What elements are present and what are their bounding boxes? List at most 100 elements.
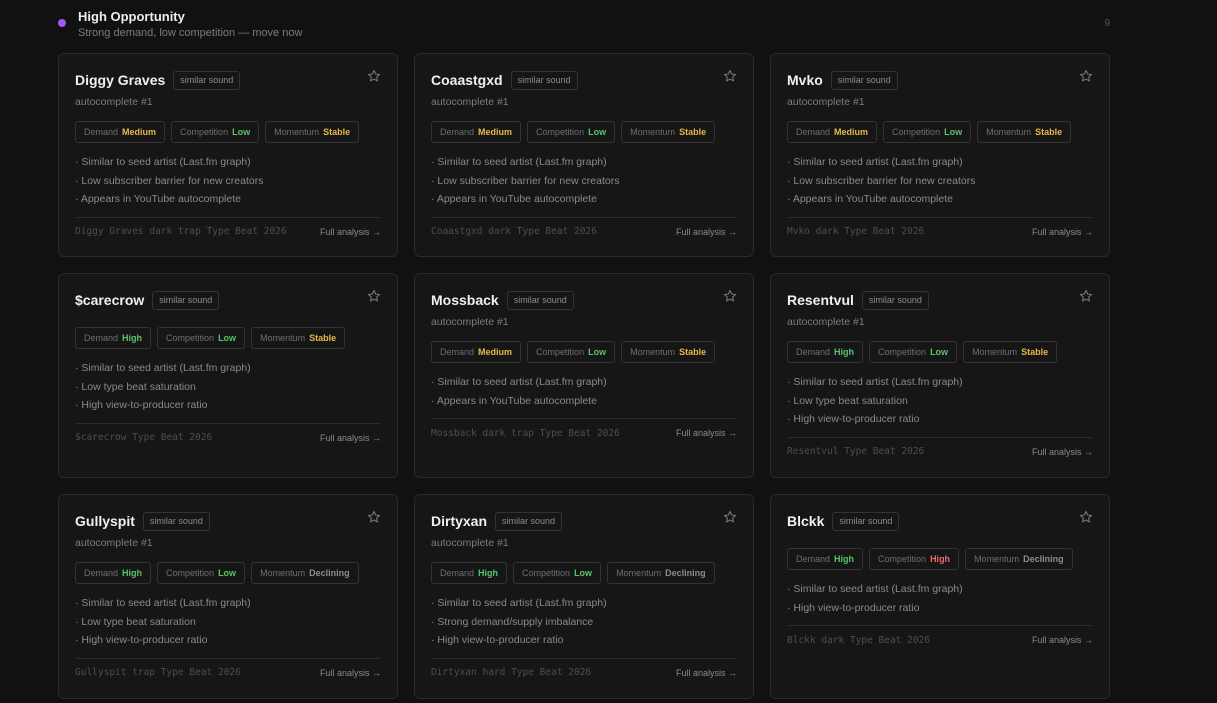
card-header: $carecrow similar sound [75, 290, 381, 310]
search-query: $carecrow Type Beat 2026 [75, 432, 213, 443]
star-icon[interactable] [1079, 510, 1093, 524]
star-icon[interactable] [367, 69, 381, 83]
artist-name: $carecrow [75, 292, 145, 308]
reason-item: · Similar to seed artist (Last.fm graph) [431, 597, 607, 609]
similar-sound-tag: similar sound [152, 290, 220, 310]
autocomplete-rank: autocomplete #1 [431, 537, 509, 549]
card-footer: Coaastgxd dark Type Beat 2026 Full analy… [431, 216, 737, 240]
full-analysis-link[interactable]: Full analysis → [676, 227, 737, 237]
reason-item: · High view-to-producer ratio [75, 399, 208, 411]
reason-list: · Similar to seed artist (Last.fm graph)… [431, 373, 737, 410]
reason-item: · Similar to seed artist (Last.fm graph) [431, 156, 607, 168]
autocomplete-rank: autocomplete #1 [787, 96, 865, 108]
autocomplete-rank: autocomplete #1 [431, 96, 509, 108]
metrics-row: Demand High Competition High Momentum Decli… [787, 548, 1093, 570]
artist-card: Resentvul similar sound autocomplete #1 … [770, 273, 1110, 478]
reason-item: · Similar to seed artist (Last.fm graph) [75, 597, 251, 609]
metrics-row: Demand Medium Competition Low Momentum Stab… [75, 121, 381, 143]
similar-sound-tag: similar sound [506, 290, 574, 310]
competition-metric: Competition Low [527, 121, 616, 143]
demand-metric: Demand High [431, 562, 508, 584]
card-footer: Blckk dark Type Beat 2026 Full analysis … [787, 625, 1093, 648]
artist-name: Mvko [787, 72, 823, 88]
momentum-metric: Momentum Declining [251, 562, 359, 584]
star-icon[interactable] [723, 69, 737, 83]
metrics-row: Demand Medium Competition Low Momentum Stab… [431, 341, 737, 363]
momentum-metric: Momentum Stable [251, 327, 346, 349]
momentum-metric: Momentum Declining [607, 562, 715, 584]
similar-sound-tag: similar sound [495, 511, 563, 531]
metrics-row: Demand High Competition Low Momentum Stable [787, 341, 1093, 363]
full-analysis-link[interactable]: Full analysis → [320, 668, 381, 678]
artist-card: Blckk similar sound Demand High Competiti… [770, 494, 1110, 699]
artist-name: Coaastgxd [431, 72, 503, 88]
star-icon[interactable] [1079, 69, 1093, 83]
search-query: Coaastgxd dark Type Beat 2026 [431, 226, 597, 237]
autocomplete-rank: autocomplete #1 [787, 316, 865, 328]
card-header: Blckk similar sound [787, 511, 1093, 531]
autocomplete-rank: autocomplete #1 [431, 316, 509, 328]
reason-list: · Similar to seed artist (Last.fm graph)… [75, 153, 381, 209]
reason-item: · Similar to seed artist (Last.fm graph) [75, 362, 251, 374]
reason-list: · Similar to seed artist (Last.fm graph)… [75, 359, 381, 415]
full-analysis-link[interactable]: Full analysis → [676, 428, 737, 438]
full-analysis-link[interactable]: Full analysis → [1032, 635, 1093, 645]
artist-card: $carecrow similar sound Demand High Compe… [58, 273, 398, 478]
full-analysis-link[interactable]: Full analysis → [1032, 227, 1093, 237]
demand-metric: Demand Medium [75, 121, 166, 143]
reason-item: · Low type beat saturation [787, 394, 908, 407]
search-query: Diggy Graves dark trap Type Beat 2026 [75, 226, 287, 237]
reason-item: · Similar to seed artist (Last.fm graph) [787, 583, 963, 595]
search-query: Gullyspit trap Type Beat 2026 [75, 667, 241, 678]
competition-metric: Competition Low [157, 327, 246, 349]
card-footer: Resentvul Type Beat 2026 Full analysis → [787, 436, 1093, 460]
card-header: Dirtyxan similar sound [431, 511, 737, 531]
artist-card: Diggy Graves similar sound autocomplete … [58, 53, 398, 257]
artist-name: Diggy Graves [75, 72, 166, 88]
full-analysis-link[interactable]: Full analysis → [320, 433, 381, 443]
metrics-row: Demand High Competition Low Momentum Declin… [431, 562, 737, 584]
momentum-metric: Momentum Stable [265, 121, 360, 143]
card-header: Diggy Graves similar sound [75, 70, 381, 90]
full-analysis-link[interactable]: Full analysis → [1032, 447, 1093, 457]
reason-item: · Appears in YouTube autocomplete [75, 193, 241, 205]
star-icon[interactable] [723, 289, 737, 303]
card-header: Mossback similar sound [431, 290, 737, 310]
reason-item: · Low type beat saturation [75, 615, 196, 628]
reason-list: · Similar to seed artist (Last.fm graph)… [787, 580, 1093, 617]
reason-list: · Similar to seed artist (Last.fm graph)… [787, 153, 1093, 209]
section-status-dot [58, 19, 66, 27]
star-icon[interactable] [367, 510, 381, 524]
momentum-metric: Momentum Stable [977, 121, 1072, 143]
demand-metric: Demand Medium [431, 341, 522, 363]
opportunity-grid: Diggy Graves similar sound autocomplete … [58, 53, 1110, 699]
reason-list: · Similar to seed artist (Last.fm graph)… [431, 153, 737, 209]
artist-name: Gullyspit [75, 513, 135, 529]
reason-item: · Similar to seed artist (Last.fm graph) [787, 376, 963, 388]
star-icon[interactable] [723, 510, 737, 524]
artist-card: Dirtyxan similar sound autocomplete #1 D… [414, 494, 754, 699]
similar-sound-tag: similar sound [510, 70, 578, 90]
search-query: Dirtyxan hard Type Beat 2026 [431, 667, 592, 678]
full-analysis-link[interactable]: Full analysis → [676, 668, 737, 678]
reason-item: · Similar to seed artist (Last.fm graph) [431, 376, 607, 388]
full-analysis-link[interactable]: Full analysis → [320, 227, 381, 237]
demand-metric: Demand High [75, 327, 152, 349]
reason-list: · Similar to seed artist (Last.fm graph)… [787, 373, 1093, 429]
star-icon[interactable] [367, 289, 381, 303]
reason-list: · Similar to seed artist (Last.fm graph)… [75, 594, 381, 650]
reason-item: · Appears in YouTube autocomplete [787, 193, 953, 205]
star-icon[interactable] [1079, 289, 1093, 303]
demand-metric: Demand High [75, 562, 152, 584]
reason-item: · Low subscriber barrier for new creator… [75, 174, 264, 187]
competition-metric: Competition High [869, 548, 960, 570]
similar-sound-tag: similar sound [861, 290, 929, 310]
competition-metric: Competition Low [157, 562, 246, 584]
search-query: Mvko dark Type Beat 2026 [787, 226, 925, 237]
momentum-metric: Momentum Stable [621, 121, 716, 143]
search-query: Mossback dark trap Type Beat 2026 [431, 427, 620, 439]
reason-item: · High view-to-producer ratio [75, 634, 208, 646]
card-footer: Mossback dark trap Type Beat 2026 Full a… [431, 418, 737, 441]
competition-metric: Competition Low [513, 562, 602, 584]
card-header: Mvko similar sound [787, 70, 1093, 90]
